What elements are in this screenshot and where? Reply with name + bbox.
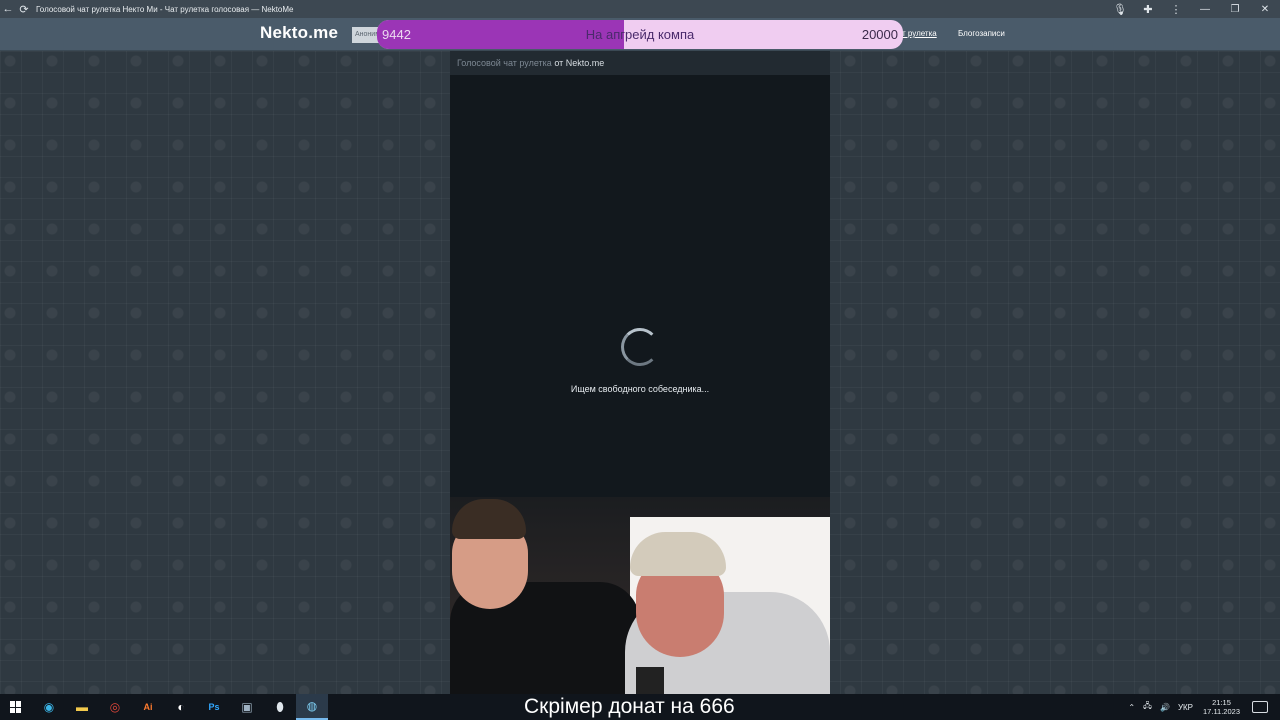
close-button[interactable]: ✕ <box>1250 0 1280 18</box>
system-tray: ⌃ 🖧 🔊 УКР 21:15 17.11.2023 <box>1120 694 1268 720</box>
window-title: Голосовой чат рулетка Некто Ми - Чат рул… <box>36 4 294 14</box>
restore-button[interactable]: ❐ <box>1220 0 1250 18</box>
microphone-icon[interactable]: 🎙 <box>1106 0 1134 18</box>
network-icon[interactable]: 🖧 <box>1143 700 1152 714</box>
panel-header-from: от Nekto.me <box>554 58 605 68</box>
chrome-icon[interactable]: ◎ <box>99 694 131 720</box>
microphone-stand-icon <box>636 667 664 694</box>
kebab-menu-icon[interactable]: ⋮ <box>1162 0 1190 18</box>
browser-active-icon[interactable]: ◍ <box>296 694 328 720</box>
edge-icon[interactable]: ◉ <box>33 694 65 720</box>
file-explorer-icon[interactable]: ▬ <box>66 694 98 720</box>
site-logo[interactable]: Nekto.me <box>260 23 338 43</box>
panel-header-link[interactable]: Голосовой чат рулетка <box>457 58 552 68</box>
extensions-puzzle-icon[interactable]: ✚ <box>1134 0 1162 18</box>
goal-title: На апгрейд компа <box>585 27 695 42</box>
loading-spinner-icon <box>621 328 659 366</box>
photoshop-icon[interactable]: Ps <box>198 694 230 720</box>
streamer-1-hair <box>452 499 526 539</box>
clock-time: 21:15 <box>1212 698 1231 707</box>
capcut-icon[interactable]: ▣ <box>231 694 263 720</box>
volume-icon[interactable]: 🔊 <box>1160 703 1170 712</box>
minimize-button[interactable]: — <box>1190 0 1220 18</box>
streamer-2-hair <box>630 532 726 576</box>
nav-roulette-link[interactable]: т рулетка <box>902 29 937 38</box>
clock-date: 17.11.2023 <box>1203 707 1240 716</box>
goal-target-amount: 20000 <box>861 27 898 42</box>
webcam-overlay <box>450 497 830 694</box>
illustrator-icon[interactable]: Ai <box>132 694 164 720</box>
notifications-icon[interactable] <box>1252 701 1268 713</box>
app-icon[interactable]: ⬮ <box>264 694 296 720</box>
reload-icon[interactable]: ⟳ <box>16 0 32 18</box>
clock[interactable]: 21:15 17.11.2023 <box>1203 698 1240 716</box>
nav-blog-link[interactable]: Блогозаписи <box>958 29 1005 38</box>
panel-header: Голосовой чат рулетка от Nekto.me <box>450 51 830 75</box>
language-indicator[interactable]: УКР <box>1178 703 1193 712</box>
windows-start-icon[interactable] <box>0 694 32 720</box>
stream-caption: Скрімер донат на 666 <box>524 695 735 718</box>
tray-chevron-icon[interactable]: ⌃ <box>1128 703 1135 712</box>
obs-icon[interactable]: ◐ <box>165 694 197 720</box>
donation-goal-bar: 9442 На апгрейд компа 20000 <box>377 20 903 49</box>
search-status-text: Ищем свободного собеседника... <box>570 384 710 394</box>
browser-titlebar: ← ⟳ Голосовой чат рулетка Некто Ми - Чат… <box>0 0 1280 18</box>
back-arrow-icon[interactable]: ← <box>0 0 16 18</box>
taskbar: ◉ ▬ ◎ Ai ◐ Ps ▣ ⬮ ◍ Скрімер донат на 666… <box>0 694 1280 720</box>
